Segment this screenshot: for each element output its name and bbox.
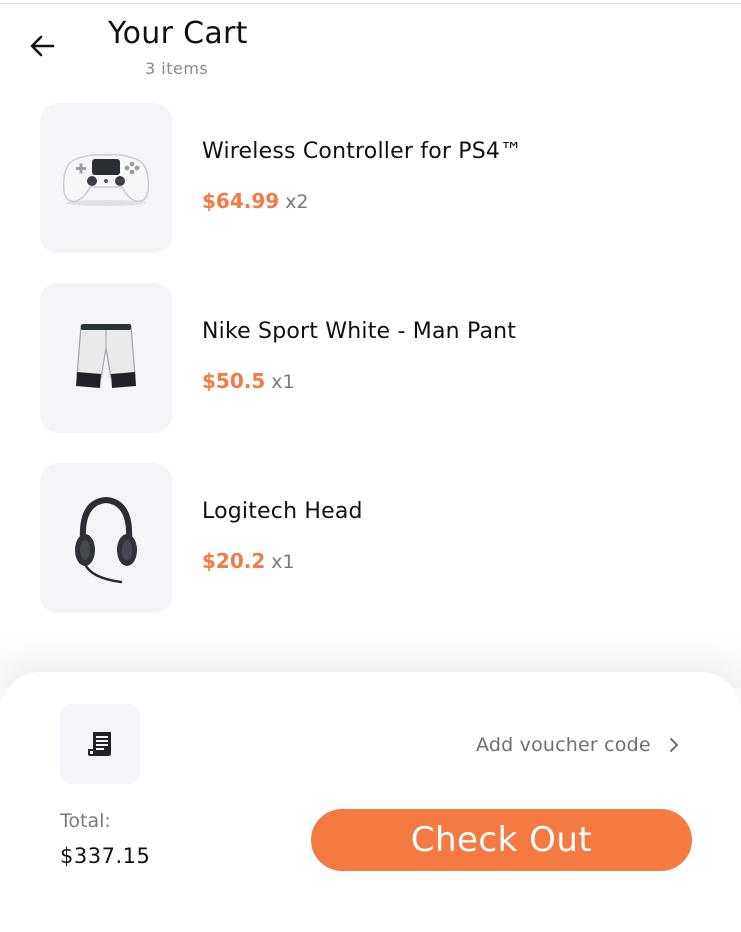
item-price-row: $64.99 x2 (202, 189, 309, 213)
back-button[interactable] (24, 28, 60, 64)
product-image (40, 103, 172, 253)
receipt-icon (88, 732, 111, 756)
item-price-row: $50.5 x1 (202, 369, 295, 393)
top-divider (0, 3, 741, 4)
item-price: $20.2 (202, 549, 266, 573)
add-voucher-link[interactable]: Add voucher code (476, 730, 681, 760)
total-value: $337.15 (60, 844, 151, 868)
sport-shorts-icon (76, 324, 136, 388)
cart-item[interactable]: Nike Sport White - Man Pant $50.5 x1 (40, 283, 700, 433)
item-quantity: x1 (271, 551, 295, 573)
item-quantity: x1 (271, 371, 295, 393)
checkout-button[interactable]: Check Out (311, 809, 692, 871)
arrow-left-icon (30, 35, 55, 57)
total-label: Total: (60, 810, 111, 832)
item-name: Wireless Controller for PS4™ (202, 139, 523, 164)
cart-item[interactable]: Logitech Head $20.2 x1 (40, 463, 700, 613)
voucher-label: Add voucher code (476, 734, 651, 756)
headset-icon (75, 496, 137, 584)
game-controller-icon (62, 153, 150, 206)
product-image (40, 283, 172, 433)
voucher-icon-box[interactable] (60, 704, 140, 784)
item-name: Nike Sport White - Man Pant (202, 319, 517, 344)
item-quantity: x2 (285, 191, 309, 213)
item-count: 3 items (145, 59, 209, 78)
item-price: $64.99 (202, 189, 280, 213)
cart-item[interactable]: Wireless Controller for PS4™ $64.99 x2 (40, 103, 700, 253)
product-image (40, 463, 172, 613)
item-price-row: $20.2 x1 (202, 549, 295, 573)
item-price: $50.5 (202, 369, 266, 393)
page-title: Your Cart (108, 16, 248, 51)
chevron-right-icon (667, 737, 681, 753)
item-name: Logitech Head (202, 499, 363, 524)
